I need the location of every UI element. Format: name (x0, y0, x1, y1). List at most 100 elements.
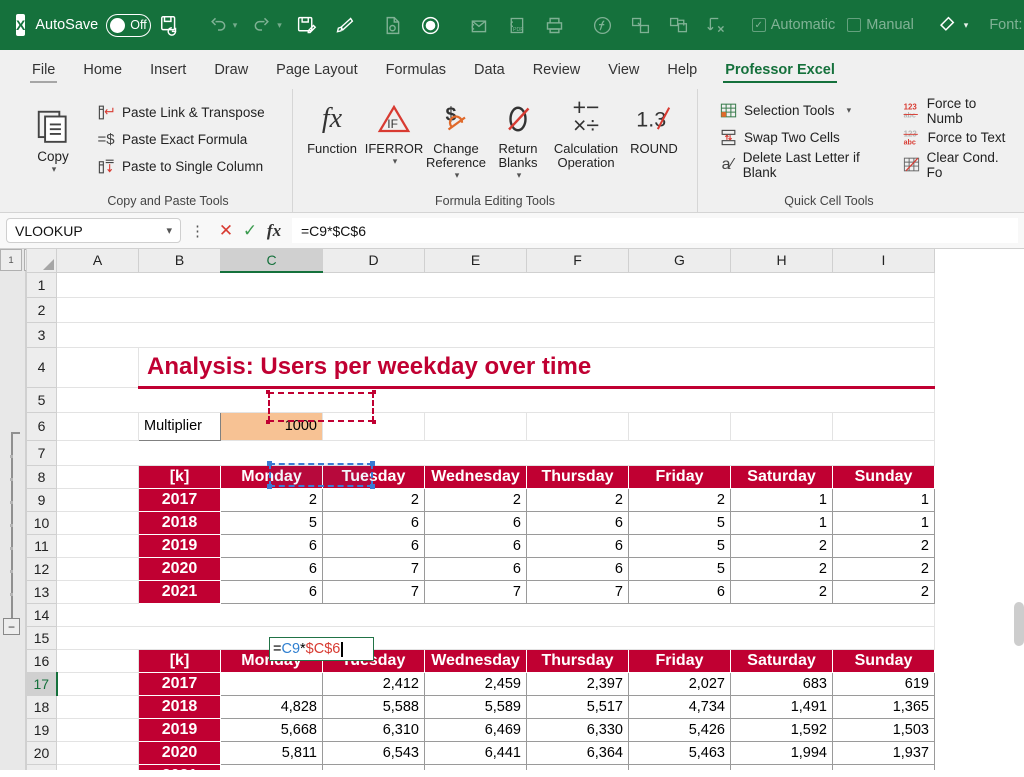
cell-a6[interactable] (57, 412, 139, 440)
change-reference-caret-down-icon[interactable]: ▾ (455, 170, 460, 181)
table2-year[interactable]: 2021 (139, 764, 221, 770)
table2-cell[interactable]: 5,426 (629, 718, 731, 741)
table2-cell[interactable]: 2,412 (323, 672, 425, 695)
outline-level-1-button[interactable]: 1 (0, 249, 22, 271)
table2-cell[interactable]: 6,060 (221, 764, 323, 770)
paste-to-single-column-button[interactable]: Paste to Single Column (96, 153, 265, 180)
function-button[interactable]: fx Function (301, 95, 363, 156)
table1-cell[interactable]: 5 (221, 511, 323, 534)
table2-cell[interactable]: 6,469 (425, 718, 527, 741)
multiplier-label-cell[interactable]: Multiplier (139, 412, 221, 440)
name-box-chevron-down-icon[interactable]: ▾ (166, 224, 172, 237)
row-header-2[interactable]: 2 (27, 297, 57, 322)
table1-cell[interactable]: 6 (425, 534, 527, 557)
column-header-h[interactable]: H (731, 249, 833, 272)
column-header-c[interactable]: C (221, 249, 323, 272)
cell-i6[interactable] (833, 412, 935, 440)
cell-a10[interactable] (57, 511, 139, 534)
row-header-9[interactable]: 9 (27, 488, 57, 511)
row-header-18[interactable]: 18 (27, 695, 57, 718)
cell-a21[interactable] (57, 764, 139, 770)
table1-cell[interactable]: 7 (323, 580, 425, 603)
table2-header-wednesday[interactable]: Wednesday (425, 649, 527, 672)
tab-formulas[interactable]: Formulas (372, 58, 460, 86)
table1-cell[interactable]: 6 (221, 580, 323, 603)
force-to-number-button[interactable]: 123abc Force to Numb (902, 97, 1012, 124)
table2-header-k[interactable]: [k] (139, 649, 221, 672)
table1-cell[interactable]: 2 (323, 488, 425, 511)
table2-cell[interactable]: 1,592 (731, 718, 833, 741)
tab-draw[interactable]: Draw (200, 58, 262, 86)
cell-a20[interactable] (57, 741, 139, 764)
column-header-g[interactable]: G (629, 249, 731, 272)
row-15-cells[interactable] (57, 626, 935, 649)
table2-cell[interactable]: 1,994 (731, 741, 833, 764)
table2-cell[interactable]: 6,543 (323, 741, 425, 764)
clear-conditional-formatting-button[interactable]: Clear Cond. Fo (902, 151, 1012, 178)
merge-cells-button[interactable] (622, 8, 660, 42)
cell-a19[interactable] (57, 718, 139, 741)
formula-bar-more-icon[interactable]: ⋮ (190, 222, 205, 240)
sort-delete-button[interactable] (698, 8, 736, 42)
table1-cell[interactable]: 2 (731, 557, 833, 580)
edit-save-button[interactable] (288, 8, 326, 42)
cell-a11[interactable] (57, 534, 139, 557)
row-3-cells[interactable] (57, 322, 935, 347)
return-blanks-button[interactable]: Return Blanks ▾ (487, 95, 549, 181)
table2-cell[interactable]: 5,811 (221, 741, 323, 764)
table1-cell[interactable]: 6 (527, 557, 629, 580)
column-header-f[interactable]: F (527, 249, 629, 272)
table2-cell[interactable]: 6,733 (323, 764, 425, 770)
table2-cell[interactable]: 683 (731, 672, 833, 695)
table2-cell[interactable]: 1,937 (833, 741, 935, 764)
table1-cell[interactable]: 7 (527, 580, 629, 603)
table1-cell[interactable]: 6 (323, 511, 425, 534)
calculation-operation-button[interactable]: +−×÷ Calculation Operation (549, 95, 623, 170)
table2-cell[interactable]: 2,397 (527, 672, 629, 695)
table2-active-cell[interactable] (221, 672, 323, 695)
row-14-cells[interactable] (57, 603, 935, 626)
table1-header-wednesday[interactable]: Wednesday (425, 465, 527, 488)
row-header-4[interactable]: 4 (27, 347, 57, 387)
column-header-a[interactable]: A (57, 249, 139, 272)
column-header-d[interactable]: D (323, 249, 425, 272)
table1-cell[interactable]: 2 (731, 534, 833, 557)
table1-header-monday[interactable]: Monday (221, 465, 323, 488)
row-header-3[interactable]: 3 (27, 322, 57, 347)
cell-f6[interactable] (527, 412, 629, 440)
table1-header-saturday[interactable]: Saturday (731, 465, 833, 488)
iferror-caret-down-icon[interactable]: ▾ (393, 156, 398, 167)
row-header-20[interactable]: 20 (27, 741, 57, 764)
row-header-19[interactable]: 19 (27, 718, 57, 741)
table2-header-thursday[interactable]: Thursday (527, 649, 629, 672)
table2-year[interactable]: 2019 (139, 718, 221, 741)
record-button[interactable] (412, 8, 450, 42)
table2-cell[interactable]: 1,491 (731, 695, 833, 718)
table2-cell[interactable]: 6,441 (425, 741, 527, 764)
insert-function-button[interactable]: fx (262, 221, 286, 241)
table2-cell[interactable]: 4,828 (221, 695, 323, 718)
selection-tools-caret-down-icon[interactable]: ▾ (847, 105, 852, 116)
table2-year[interactable]: 2017 (139, 672, 221, 695)
table1-cell[interactable]: 1 (833, 488, 935, 511)
tab-home[interactable]: Home (69, 58, 136, 86)
cell-a12[interactable] (57, 557, 139, 580)
row-header-16[interactable]: 16 (27, 649, 57, 672)
change-reference-button[interactable]: $ Change Reference ▾ (425, 95, 487, 181)
autosave-toggle[interactable]: Off (106, 14, 150, 37)
paste-exact-formula-button[interactable]: =$ Paste Exact Formula (96, 126, 265, 153)
column-header-i[interactable]: I (833, 249, 935, 272)
cell-a9[interactable] (57, 488, 139, 511)
copy-button[interactable]: Copy ▾ (22, 103, 84, 175)
row-header-11[interactable]: 11 (27, 534, 57, 557)
table1-header-thursday[interactable]: Thursday (527, 465, 629, 488)
table1-header-sunday[interactable]: Sunday (833, 465, 935, 488)
table2-cell[interactable]: 1,365 (833, 695, 935, 718)
delete-last-letter-button[interactable]: a∕ Delete Last Letter if Blank (718, 151, 888, 178)
table2-cell[interactable]: 5,668 (221, 718, 323, 741)
table2-cell[interactable]: 6,953 (425, 764, 527, 770)
table1-cell[interactable]: 5 (629, 534, 731, 557)
formula-tool-button[interactable] (584, 8, 622, 42)
row-1-cells[interactable] (57, 272, 935, 297)
cell-d6[interactable] (323, 412, 425, 440)
